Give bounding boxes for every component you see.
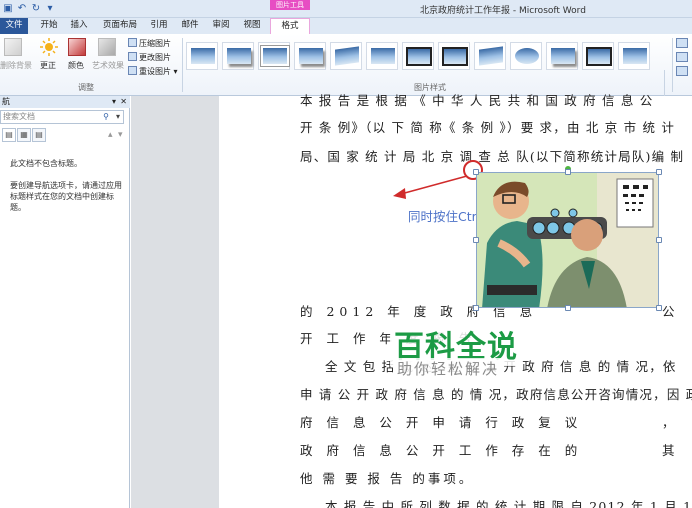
artistic-effects-icon[interactable] — [98, 38, 116, 56]
document-line-tail: ， — [662, 415, 675, 430]
chevron-down-icon[interactable]: ▾ — [116, 111, 120, 123]
reset-picture-icon — [128, 66, 137, 75]
adjust-group-label: 调整 — [78, 83, 94, 92]
compress-icon — [128, 38, 137, 47]
picture-style-thumb[interactable] — [222, 42, 254, 70]
corrections-icon[interactable] — [40, 38, 58, 56]
customize-toolbar-icon[interactable]: ▾ — [44, 2, 56, 14]
tab-format[interactable]: 格式 — [270, 18, 310, 34]
resize-handle[interactable] — [473, 305, 479, 311]
tab-pages[interactable]: ▦ — [17, 128, 31, 142]
corrections-label[interactable]: 更正 — [40, 60, 56, 71]
picture-style-gallery — [186, 38, 662, 80]
window-title: 北京政府统计工作年报 - Microsoft Word — [420, 6, 586, 16]
save-icon[interactable]: ▣ — [2, 2, 14, 14]
document-line-tail: 其 — [662, 443, 675, 458]
nav-hint-message: 要创建导航选项卡，请通过应用标题样式在您的文档中创建标题。 — [10, 181, 122, 212]
navigation-pane: 航 ▾ ✕ 搜索文档 ⚲ ▾ ▤ ▦ ▤ ▴ ▾ 此文档不包含标题。 要创建导航… — [0, 96, 130, 508]
picture-style-thumb[interactable] — [294, 42, 326, 70]
ribbon-tabs: 文件 开始 插入 页面布局 引用 邮件 审阅 视图 格式 — [0, 18, 692, 34]
close-icon[interactable]: ✕ — [120, 96, 127, 108]
compress-pictures-button[interactable]: 压缩图片 — [128, 38, 171, 49]
color-icon[interactable] — [68, 38, 86, 56]
document-line: 政 府 信 息 公 开 工 作 存 在 的 — [300, 443, 583, 458]
document-line: 开 条 例》（以 下 简 称《 条 例 》）要 求，由 北 京 市 统 计 — [300, 120, 676, 135]
previous-icon[interactable]: ▴ — [108, 130, 113, 140]
watermark-subtitle: 助你轻松解决 — [393, 358, 504, 379]
picture-style-thumb[interactable] — [546, 42, 578, 70]
undo-icon[interactable]: ↶ — [16, 2, 28, 14]
tab-file[interactable]: 文件 — [0, 18, 28, 34]
document-workspace: 本 报 告 是 根 据 《 中 华 人 民 共 和 国 政 府 信 息 公 开 … — [131, 93, 692, 508]
picture-style-thumb[interactable] — [618, 42, 650, 70]
document-line: 他 需 要 报 告 的事项。 — [300, 471, 475, 486]
tab-view[interactable]: 视图 — [239, 18, 265, 34]
picture-style-thumb[interactable] — [330, 42, 362, 70]
ribbon: 删除背景 更正 颜色 艺术效果 压缩图片 更改图片 重设图片 ▾ 调整 图片样式 — [0, 34, 692, 112]
picture-style-thumb[interactable] — [510, 42, 542, 70]
tab-mailings[interactable]: 邮件 — [177, 18, 203, 34]
tab-home[interactable]: 开始 — [36, 18, 62, 34]
next-icon[interactable]: ▾ — [118, 130, 123, 140]
picture-effects-icon[interactable] — [676, 52, 688, 62]
picture-style-thumb[interactable] — [402, 42, 434, 70]
resize-handle[interactable] — [656, 237, 662, 243]
document-line: 本 报 告 是 根 据 《 中 华 人 民 共 和 国 政 府 信 息 公 — [300, 93, 654, 108]
document-line: 申 请 公 开 政 府 信 息 的 情 况，政府信息公开咨询情况，因 政 — [300, 387, 692, 402]
resize-handle[interactable] — [565, 305, 571, 311]
tab-headings[interactable]: ▤ — [2, 128, 16, 142]
nav-pane-menu-icon[interactable]: ▾ — [112, 96, 116, 108]
reset-picture-button[interactable]: 重设图片 ▾ — [128, 66, 178, 77]
nav-pane-header: 航 ▾ ✕ — [0, 96, 130, 108]
tab-results[interactable]: ▤ — [32, 128, 46, 142]
picture-style-thumb[interactable] — [474, 42, 506, 70]
nav-pane-title: 航 — [2, 97, 10, 106]
remove-background-icon[interactable] — [4, 38, 22, 56]
picture-style-thumb[interactable] — [258, 42, 290, 70]
picture-border-icon[interactable] — [676, 38, 688, 48]
document-line: 局、国 家 统 计 局 北 京 调 查 总 队(以下简称统计局队)编 制 — [300, 149, 685, 164]
remove-background-label[interactable]: 删除背景 — [0, 60, 32, 71]
artistic-effects-label[interactable]: 艺术效果 — [92, 60, 124, 71]
redo-icon[interactable]: ↻ — [30, 2, 42, 14]
picture-style-thumb[interactable] — [186, 42, 218, 70]
group-separator — [672, 38, 673, 92]
document-line: 府 信 息 公 开 申 请 行 政 复 议 — [300, 415, 583, 430]
picture-layout-icon[interactable] — [676, 66, 688, 76]
change-picture-button[interactable]: 更改图片 — [128, 52, 171, 63]
change-picture-icon — [128, 52, 137, 61]
resize-handle[interactable] — [473, 237, 479, 243]
nav-search-input[interactable]: 搜索文档 ⚲ ▾ — [0, 110, 124, 124]
color-label[interactable]: 颜色 — [68, 60, 84, 71]
picture-tools-header: 图片工具 — [270, 0, 310, 10]
document-line-tail: 公 — [662, 304, 675, 319]
tab-references[interactable]: 引用 — [146, 18, 172, 34]
picture-style-thumb[interactable] — [438, 42, 470, 70]
nav-pane-tabs: ▤ ▦ ▤ ▴ ▾ — [0, 128, 130, 142]
picture-style-thumb[interactable] — [582, 42, 614, 70]
resize-handle[interactable] — [656, 305, 662, 311]
document-line: 的 2012 年 度 政 府 信 息 — [300, 304, 538, 319]
resize-handle[interactable] — [473, 169, 479, 175]
resize-handle[interactable] — [656, 169, 662, 175]
tab-page-layout[interactable]: 页面布局 — [100, 18, 140, 34]
selected-picture[interactable] — [476, 172, 659, 308]
document-line: 本 报 告 中 所 列 数 据 的 统 计 期 限 自 2012 年 1 月 1 — [325, 499, 692, 508]
search-icon[interactable]: ⚲ — [103, 111, 109, 123]
title-bar: ▣ ↶ ↻ ▾ 图片工具 北京政府统计工作年报 - Microsoft Word — [0, 0, 692, 18]
document-page[interactable]: 本 报 告 是 根 据 《 中 华 人 民 共 和 国 政 府 信 息 公 开 … — [219, 93, 692, 508]
group-separator — [182, 38, 183, 92]
picture-style-thumb[interactable] — [366, 42, 398, 70]
resize-handle[interactable] — [565, 169, 571, 175]
nav-no-headings-message: 此文档不包含标题。 — [10, 159, 82, 168]
tab-insert[interactable]: 插入 — [66, 18, 92, 34]
tab-review[interactable]: 审阅 — [208, 18, 234, 34]
